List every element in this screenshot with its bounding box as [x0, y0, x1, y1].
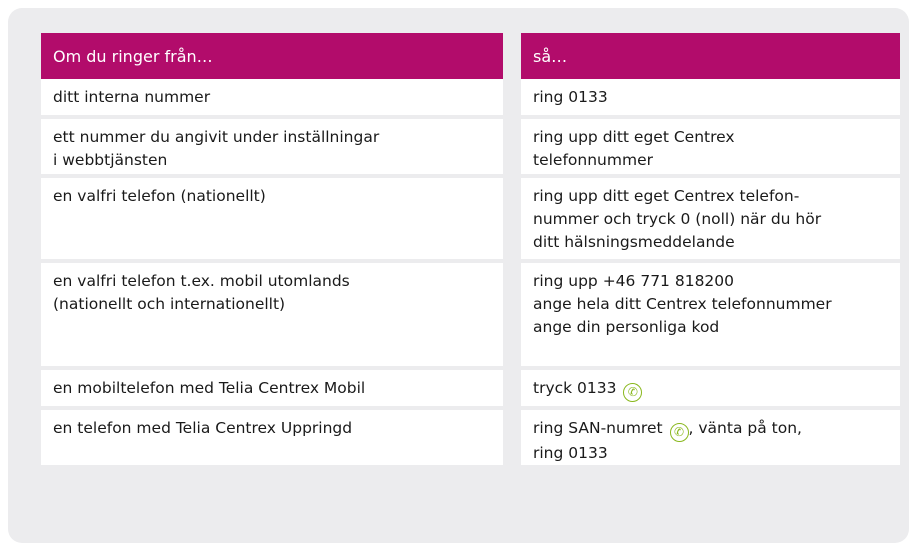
- table-panel: Om du ringer från… så… ditt interna numm…: [8, 8, 909, 543]
- cell-from: en valfri telefon t.ex. mobil utomlands …: [41, 263, 503, 370]
- table-row: en valfri telefon (nationellt) ring upp …: [41, 178, 900, 263]
- cell-then: tryck 0133 ✆: [521, 370, 900, 410]
- cell-then: ring upp ditt eget Centrex telefonnummer: [521, 119, 900, 178]
- header-from: Om du ringer från…: [41, 33, 503, 79]
- phone-icon: ✆: [669, 423, 689, 442]
- cell-then: ring upp +46 771 818200 ange hela ditt C…: [521, 263, 900, 370]
- table-row: en mobiltelefon med Telia Centrex Mobil …: [41, 370, 900, 410]
- table-header-row: Om du ringer från… så…: [41, 33, 900, 79]
- cell-then: ring SAN-numret ✆, vänta på ton, ring 01…: [521, 410, 900, 465]
- cell-from: en valfri telefon (nationellt): [41, 178, 503, 263]
- table-row: en valfri telefon t.ex. mobil utomlands …: [41, 263, 900, 370]
- call-instructions-table: Om du ringer från… så… ditt interna numm…: [41, 33, 900, 465]
- cell-from: ditt interna nummer: [41, 79, 503, 119]
- cell-then: ring 0133: [521, 79, 900, 119]
- phone-icon: ✆: [623, 383, 643, 402]
- table-row: ett nummer du angivit under inställninga…: [41, 119, 900, 178]
- cell-from: en mobiltelefon med Telia Centrex Mobil: [41, 370, 503, 410]
- cell-then: ring upp ditt eget Centrex telefon- numm…: [521, 178, 900, 263]
- table-row: en telefon med Telia Centrex Uppringd ri…: [41, 410, 900, 465]
- cell-from: ett nummer du angivit under inställninga…: [41, 119, 503, 178]
- cell-from: en telefon med Telia Centrex Uppringd: [41, 410, 503, 465]
- table-row: ditt interna nummer ring 0133: [41, 79, 900, 119]
- header-then: så…: [521, 33, 900, 79]
